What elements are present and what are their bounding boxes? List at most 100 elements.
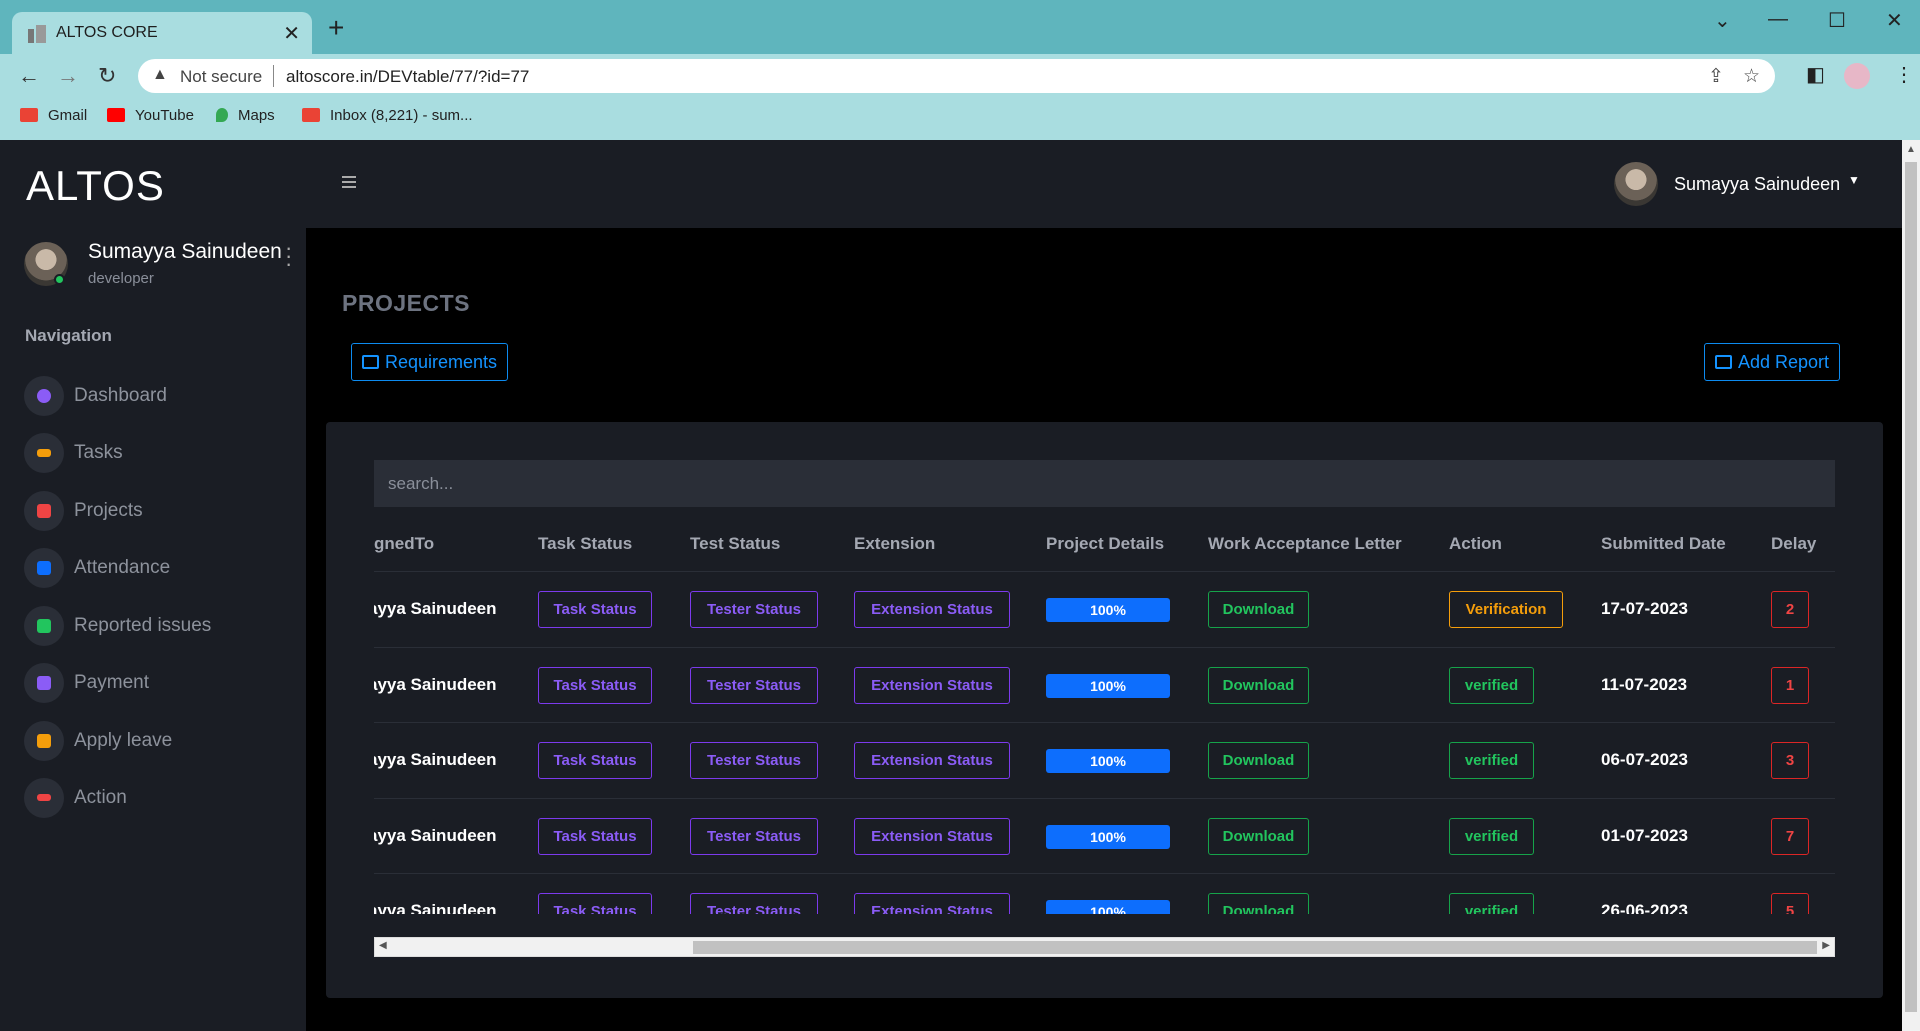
bookmark-star-icon[interactable]: ☆ [1743, 65, 1760, 88]
sidebar-item-tasks[interactable]: Tasks [24, 433, 284, 475]
verified-button[interactable]: verified [1449, 893, 1534, 914]
warning-icon: ▲ [152, 66, 168, 83]
youtube-icon [107, 108, 125, 122]
maximize-button[interactable]: ☐ [1828, 8, 1846, 33]
bookmark-inbox[interactable]: Inbox (8,221) - sum... [302, 107, 473, 124]
horizontal-scrollbar[interactable]: ◀ ▶ [374, 937, 1835, 957]
new-tab-button[interactable]: + [328, 14, 344, 42]
tester-status-button[interactable]: Tester Status [690, 667, 818, 704]
bookmark-youtube[interactable]: YouTube [107, 107, 194, 124]
profile-avatar-icon[interactable] [1844, 63, 1870, 89]
bar-chart-icon [24, 548, 64, 588]
tab-search-icon[interactable]: ⌄ [1714, 8, 1731, 33]
delay-badge: 7 [1771, 818, 1809, 855]
verification-button[interactable]: Verification [1449, 591, 1563, 628]
sidebar: ALTOS Sumayya Sainudeen developer · · · Na… [0, 140, 306, 1031]
caret-down-icon[interactable]: ▼ [1848, 173, 1860, 187]
sidebar-item-label: Attendance [74, 557, 171, 578]
task-status-button[interactable]: Task Status [538, 742, 652, 779]
download-button[interactable]: Download [1208, 742, 1309, 779]
requirements-button[interactable]: Requirements [351, 343, 509, 381]
task-status-button[interactable]: Task Status [538, 893, 652, 914]
requirements-label: Requirements [385, 352, 498, 372]
sidebar-item-payment[interactable]: Payment [24, 663, 284, 705]
submitted-date: 26-06-2023 [1601, 901, 1688, 914]
extension-status-button[interactable]: Extension Status [854, 742, 1010, 779]
close-window-button[interactable]: ✕ [1886, 8, 1903, 33]
page-scrollbar[interactable]: ▲ [1902, 140, 1920, 1031]
share-icon[interactable]: ⇪ [1708, 65, 1724, 88]
address-row: ← → ↻ ▲ Not secure altoscore.in/DEVtable… [0, 54, 1920, 98]
extension-status-button[interactable]: Extension Status [854, 893, 1010, 914]
gmail-icon [302, 108, 320, 122]
minimize-button[interactable]: — [1768, 8, 1788, 31]
delay-badge: 2 [1771, 591, 1809, 628]
assignee-cell: ayya Sainudeen [374, 675, 497, 694]
scrollbar-thumb[interactable] [693, 941, 1817, 954]
table-row: ayya Sainudeen Task Status Tester Status… [374, 722, 1835, 797]
extension-status-button[interactable]: Extension Status [854, 818, 1010, 855]
forward-icon[interactable]: → [57, 63, 79, 89]
tab-close-icon[interactable]: ✕ [283, 21, 300, 46]
extension-status-button[interactable]: Extension Status [854, 591, 1010, 628]
back-icon[interactable]: ← [18, 63, 40, 89]
maps-icon [216, 108, 228, 122]
download-button[interactable]: Download [1208, 818, 1309, 855]
scroll-up-icon[interactable]: ▲ [1906, 144, 1916, 155]
task-status-button[interactable]: Task Status [538, 667, 652, 704]
submitted-date: 06-07-2023 [1601, 750, 1688, 769]
column-header-submitted-date: Submitted Date [1601, 534, 1726, 553]
bookmark-gmail[interactable]: Gmail [20, 107, 87, 124]
sidebar-item-label: Action [74, 787, 127, 808]
verified-button[interactable]: verified [1449, 742, 1534, 779]
browser-tab[interactable]: ALTOS CORE ✕ [12, 12, 312, 54]
verified-button[interactable]: verified [1449, 667, 1534, 704]
scroll-left-icon[interactable]: ◀ [379, 940, 387, 951]
side-panel-icon[interactable]: ◧ [1806, 62, 1825, 87]
verified-button[interactable]: verified [1449, 818, 1534, 855]
reload-icon[interactable]: ↻ [98, 63, 116, 89]
user-menu-icon[interactable]: · · · [285, 237, 292, 275]
task-status-button[interactable]: Task Status [538, 591, 652, 628]
address-bar[interactable]: ▲ Not secure altoscore.in/DEVtable/77/?i… [138, 59, 1775, 93]
sidebar-item-apply-leave[interactable]: Apply leave [24, 721, 284, 763]
column-header-extension: Extension [854, 534, 936, 553]
assignee-cell: ayya Sainudeen [374, 750, 497, 769]
sidebar-item-label: Tasks [74, 442, 123, 463]
tester-status-button[interactable]: Tester Status [690, 591, 818, 628]
topbar-user-name[interactable]: Sumayya Sainudeen [1674, 174, 1840, 195]
app-logo[interactable]: ALTOS [26, 162, 165, 210]
project-progress-bar: 100% [1046, 825, 1170, 849]
projects-card: gnedTo Task Status Test Status Extension… [326, 422, 1883, 998]
tester-status-button[interactable]: Tester Status [690, 893, 818, 914]
project-progress-bar: 100% [1046, 674, 1170, 698]
avatar[interactable] [1614, 162, 1658, 206]
hamburger-menu-icon[interactable] [342, 176, 356, 191]
sidebar-item-projects[interactable]: Projects [24, 491, 284, 533]
add-report-button[interactable]: Add Report [1704, 343, 1841, 381]
page-scrollbar-thumb[interactable] [1905, 162, 1917, 1012]
tester-status-button[interactable]: Tester Status [690, 742, 818, 779]
search-input[interactable] [374, 460, 1835, 507]
sidebar-item-label: Payment [74, 672, 149, 693]
download-button[interactable]: Download [1208, 667, 1309, 704]
extension-status-button[interactable]: Extension Status [854, 667, 1010, 704]
delay-badge: 1 [1771, 667, 1809, 704]
download-button[interactable]: Download [1208, 591, 1309, 628]
add-box-icon [1715, 355, 1732, 369]
sidebar-item-attendance[interactable]: Attendance [24, 548, 284, 590]
omnibox-divider [273, 65, 274, 87]
bookmark-maps[interactable]: Maps [216, 107, 275, 124]
url-text[interactable]: altoscore.in/DEVtable/77/?id=77 [286, 67, 529, 87]
nav-title: Navigation [25, 326, 112, 345]
sidebar-item-reported-issues[interactable]: Reported issues [24, 606, 284, 648]
add-report-label: Add Report [1738, 352, 1830, 372]
browser-menu-icon[interactable]: ⋮ [1894, 62, 1914, 87]
scroll-right-icon[interactable]: ▶ [1822, 940, 1830, 951]
download-button[interactable]: Download [1208, 893, 1309, 914]
task-status-button[interactable]: Task Status [538, 818, 652, 855]
sidebar-item-action[interactable]: Action [24, 778, 284, 820]
sidebar-item-dashboard[interactable]: Dashboard [24, 376, 284, 418]
column-header-task-status: Task Status [538, 534, 633, 553]
tester-status-button[interactable]: Tester Status [690, 818, 818, 855]
